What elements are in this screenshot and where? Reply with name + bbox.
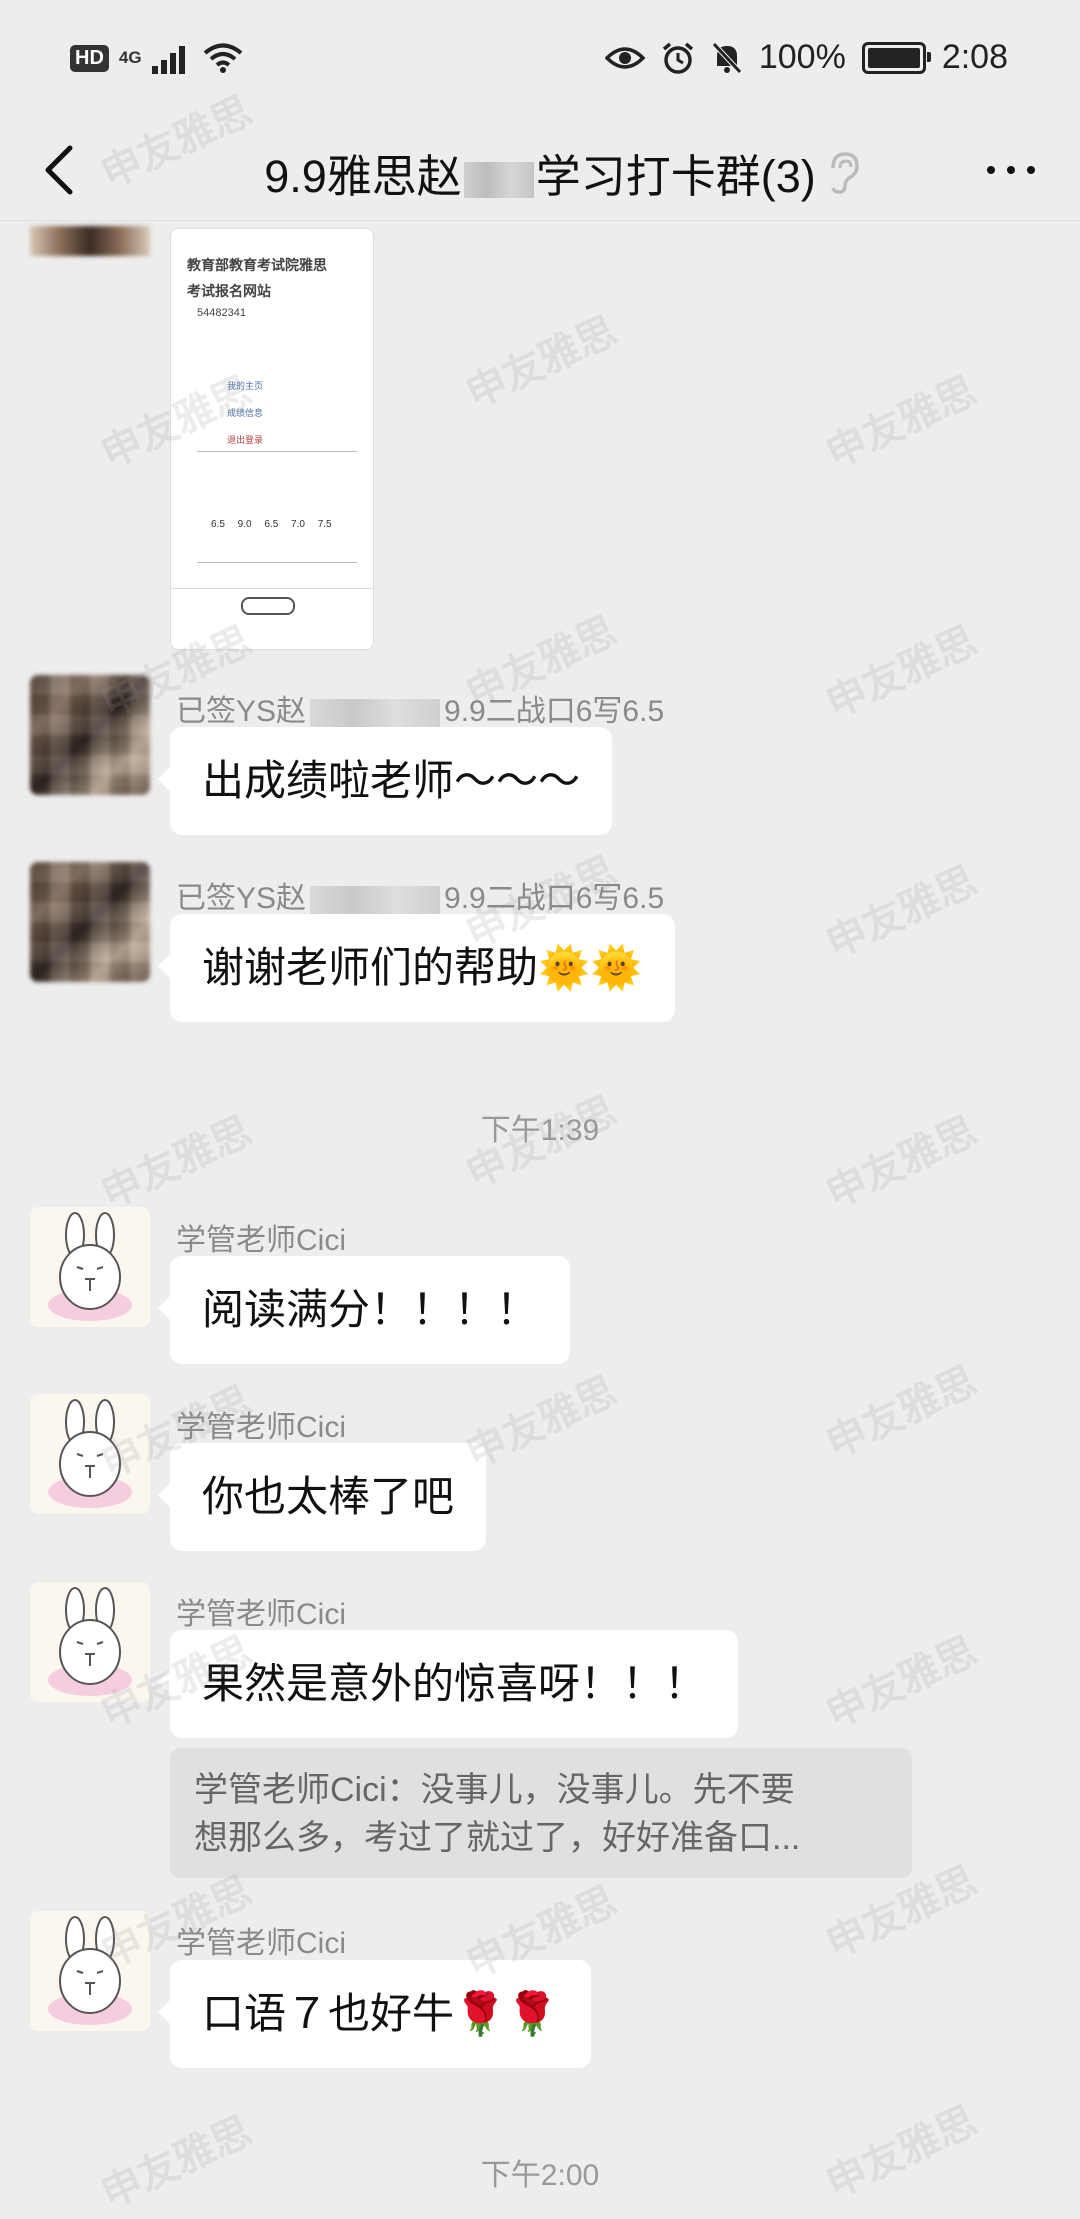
signal-icon: [151, 42, 185, 74]
watermark: 申友雅思: [459, 308, 624, 417]
message-bubble[interactable]: 谢谢老师们的帮助🌞🌞: [158, 914, 675, 1022]
message-bubble[interactable]: 你也太棒了吧: [157, 1443, 487, 1551]
battery-percent: 100%: [758, 38, 846, 76]
sender-name: 已签YS赵 9.9二战口6写6.5: [176, 882, 665, 915]
chat-title: 9.9雅思赵 学习打卡群(3): [0, 140, 1080, 205]
wifi-icon: [203, 43, 242, 73]
alarm-icon: [662, 42, 693, 74]
watermark: 申友雅思: [819, 858, 984, 967]
image-link: 我的主页: [227, 381, 264, 391]
image-link: 退出登录: [227, 435, 264, 445]
status-bar: HD 4G 100% 2:08: [0, 0, 1080, 120]
sender-name: 学管老师Cici: [176, 1598, 346, 1631]
image-score-table: [197, 451, 357, 563]
avatar[interactable]: [30, 226, 150, 256]
status-left: HD 4G: [70, 42, 243, 74]
network-type: 4G: [118, 48, 142, 67]
sender-name: 学管老师Cici: [176, 1411, 346, 1444]
avatar[interactable]: [30, 1911, 150, 2031]
sender-name: 学管老师Cici: [176, 1927, 346, 1960]
avatar[interactable]: [30, 862, 150, 982]
battery-icon: [861, 41, 931, 74]
image-text-line2: 考试报名网站: [187, 283, 271, 299]
bunny-icon: [48, 1916, 132, 2025]
quote-line: 想那么多，考过了就过了，好好准备口...: [194, 1819, 801, 1857]
bunny-icon: [48, 1399, 132, 1508]
image-number: 54482341: [197, 307, 246, 319]
timestamp: 下午1:39: [480, 1114, 600, 1147]
avatar[interactable]: [30, 1394, 150, 1514]
eye-icon: [604, 46, 645, 69]
sender-name: 已签YS赵 9.9二战口6写6.5: [176, 695, 665, 728]
image-link: 成绩信息: [227, 408, 264, 418]
watermark: 申友雅思: [819, 618, 984, 727]
avatar[interactable]: [30, 1582, 150, 1702]
image-message[interactable]: 教育部教育考试院雅思 考试报名网站 54482341 我的主页 成绩信息 退出登…: [170, 228, 374, 650]
message-bubble[interactable]: 阅读满分！！！！: [157, 1256, 571, 1364]
image-navbar: [171, 588, 373, 649]
quoted-message[interactable]: 学管老师Cici：没事儿，没事儿。先不要 想那么多，考过了就过了，好好准备口..…: [170, 1748, 912, 1878]
timestamp: 下午2:00: [480, 2159, 600, 2192]
message-bubble[interactable]: 果然是意外的惊喜呀！！！: [157, 1630, 739, 1738]
watermark: 申友雅思: [819, 368, 984, 477]
quote-line: 学管老师Cici：没事儿，没事儿。先不要: [194, 1771, 795, 1809]
more-icon[interactable]: [987, 166, 1035, 174]
watermark: 申友雅思: [819, 1628, 984, 1737]
title-prefix: 9.9雅思赵: [264, 151, 462, 202]
image-scores: 6.5 9.0 6.5 7.0 7.5: [211, 519, 332, 530]
chat-header: 9.9雅思赵 学习打卡群(3): [0, 120, 1080, 221]
hd-badge: HD: [70, 44, 109, 72]
message-bubble[interactable]: 出成绩啦老师～～～: [157, 727, 613, 835]
status-right: 100% 2:08: [604, 38, 1008, 77]
avatar[interactable]: [30, 675, 150, 795]
image-text-line1: 教育部教育考试院雅思: [187, 257, 327, 273]
bunny-icon: [48, 1212, 132, 1321]
sender-name: 学管老师Cici: [176, 1224, 346, 1257]
title-suffix: 学习打卡群(3): [535, 151, 816, 202]
clock: 2:08: [941, 38, 1008, 76]
watermark: 申友雅思: [819, 1358, 984, 1467]
redacted-name: [463, 162, 534, 199]
mute-bell-icon: [712, 41, 742, 74]
message-bubble[interactable]: 口语７也好牛🌹🌹: [158, 1960, 591, 2068]
bunny-icon: [48, 1587, 132, 1696]
avatar[interactable]: [30, 1207, 150, 1327]
ear-icon: [831, 152, 859, 194]
